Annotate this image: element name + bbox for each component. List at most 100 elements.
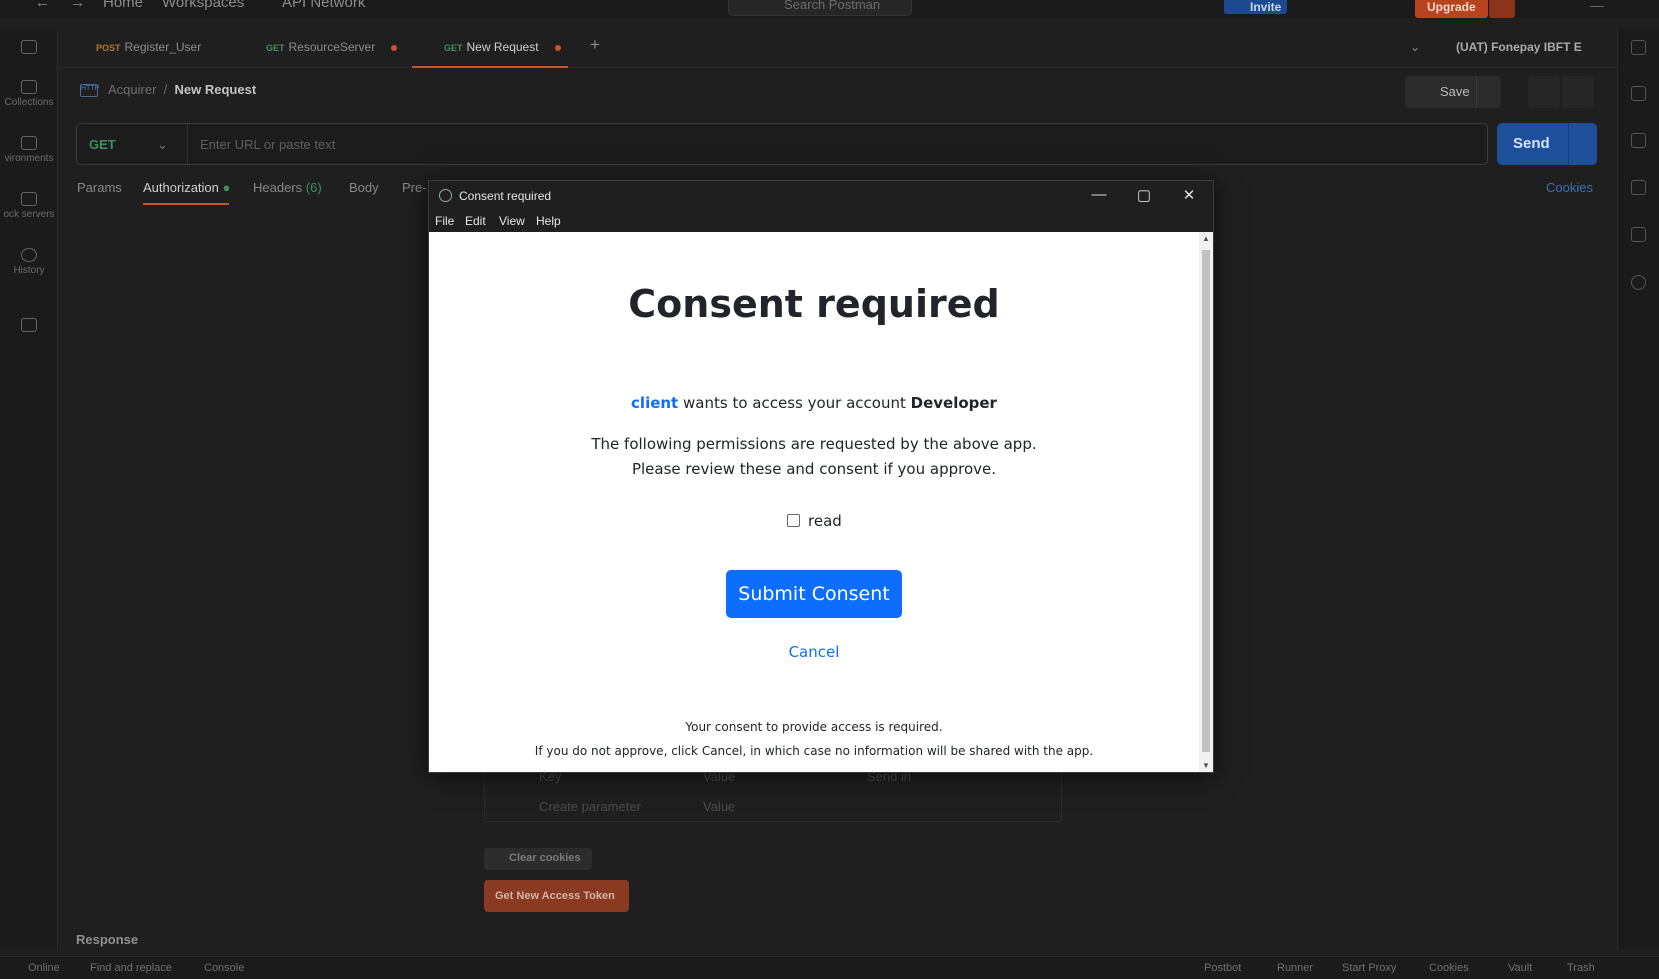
key-input[interactable]: Create parameter bbox=[539, 799, 641, 814]
team-icon[interactable] bbox=[0, 40, 58, 57]
scope-read-checkbox[interactable] bbox=[787, 514, 800, 527]
consent-page: Consent required client wants to access … bbox=[429, 232, 1199, 772]
access-request-line: client wants to access your account Deve… bbox=[631, 394, 997, 412]
breadcrumb-parent[interactable]: Acquirer bbox=[108, 82, 156, 97]
minimize-icon[interactable] bbox=[1590, 6, 1604, 18]
status-bar: Online Find and replace Console Postbot … bbox=[0, 956, 1659, 979]
top-bar: ← → Home Workspaces API Network Search P… bbox=[0, 0, 1659, 18]
value-input[interactable]: Value bbox=[703, 799, 735, 814]
breadcrumb-current[interactable]: New Request bbox=[175, 82, 257, 97]
environments-icon bbox=[21, 136, 37, 150]
close-button[interactable]: ✕ bbox=[1179, 186, 1199, 204]
tab-register-user[interactable]: POST Register_User bbox=[96, 40, 201, 54]
search-placeholder: Search Postman bbox=[784, 0, 881, 12]
search-input[interactable]: Search Postman bbox=[728, 0, 912, 16]
right-sidebar bbox=[1617, 30, 1659, 950]
active-tab-indicator bbox=[412, 66, 568, 68]
scope-label: read bbox=[808, 512, 842, 530]
upgrade-button[interactable]: Upgrade bbox=[1415, 0, 1488, 18]
dialog-scrollbar[interactable]: ▲ ▼ bbox=[1199, 232, 1213, 772]
clear-cookies-button[interactable]: Clear cookies bbox=[484, 848, 592, 870]
postman-app: ← → Home Workspaces API Network Search P… bbox=[0, 0, 1659, 979]
documentation-icon[interactable] bbox=[1631, 86, 1646, 101]
menu-view[interactable]: View bbox=[499, 214, 525, 228]
consent-footer: Your consent to provide access is requir… bbox=[534, 720, 1094, 758]
sidebar-item-collections[interactable]: Collections bbox=[0, 80, 58, 108]
consent-heading: Consent required bbox=[628, 282, 1000, 326]
tab-params[interactable]: Params bbox=[77, 180, 122, 195]
environment-selector[interactable]: (UAT) Fonepay IBFT E bbox=[1456, 40, 1582, 54]
invite-button[interactable]: Invite bbox=[1224, 0, 1287, 14]
collections-icon bbox=[21, 80, 37, 94]
status-online[interactable]: Online bbox=[28, 962, 60, 974]
scroll-down-icon[interactable]: ▼ bbox=[1202, 761, 1210, 770]
authorization-tab-indicator bbox=[143, 203, 229, 205]
minimize-button[interactable]: — bbox=[1089, 186, 1109, 203]
comments-icon[interactable] bbox=[1631, 133, 1646, 148]
workspace-icon[interactable] bbox=[1631, 40, 1646, 55]
related-collections-icon[interactable] bbox=[1631, 227, 1646, 242]
breadcrumb: HTTP Acquirer / New Request bbox=[80, 82, 257, 98]
menu-edit[interactable]: Edit bbox=[465, 214, 486, 228]
consent-dialog-window: Consent required — ▢ ✕ File Edit View He… bbox=[428, 180, 1214, 773]
sidebar-item-history[interactable]: History bbox=[0, 248, 58, 276]
tab-new-request[interactable]: GET New Request bbox=[444, 40, 561, 54]
nav-api-network[interactable]: API Network bbox=[282, 0, 365, 11]
url-divider bbox=[187, 124, 188, 164]
dialog-titlebar: Consent required — ▢ ✕ bbox=[429, 181, 1213, 211]
new-tab-icon[interactable]: + bbox=[590, 35, 600, 55]
nav-home[interactable]: Home bbox=[103, 0, 143, 11]
send-dropdown-button[interactable] bbox=[1568, 123, 1597, 165]
tab-pre-request[interactable]: Pre- bbox=[402, 180, 427, 195]
chevron-down-icon[interactable]: ⌄ bbox=[157, 137, 168, 153]
find-and-replace-button[interactable]: Find and replace bbox=[90, 962, 172, 974]
scope-read-option[interactable]: read bbox=[787, 512, 842, 530]
runner-button[interactable]: Runner bbox=[1277, 962, 1313, 974]
cookies-link[interactable]: Cookies bbox=[1546, 180, 1593, 195]
dialog-menubar: File Edit View Help bbox=[429, 211, 1213, 232]
unsaved-dot bbox=[554, 44, 561, 51]
tabs-dropdown-icon[interactable]: ⌄ bbox=[1410, 40, 1420, 54]
account-name: Developer bbox=[910, 394, 997, 412]
unsaved-dot bbox=[391, 44, 398, 51]
maximize-button[interactable]: ▢ bbox=[1134, 186, 1154, 204]
back-arrow-icon[interactable]: ← bbox=[35, 0, 50, 11]
http-request-icon: HTTP bbox=[80, 84, 99, 98]
start-proxy-button[interactable]: Start Proxy bbox=[1342, 962, 1396, 974]
code-icon[interactable] bbox=[1631, 180, 1646, 195]
menu-file[interactable]: File bbox=[435, 214, 454, 228]
response-panel-title[interactable]: Response bbox=[76, 932, 138, 947]
trash-button[interactable]: Trash bbox=[1567, 962, 1595, 974]
client-name-link[interactable]: client bbox=[631, 394, 678, 412]
scroll-up-icon[interactable]: ▲ bbox=[1202, 234, 1210, 243]
vault-button[interactable]: Vault bbox=[1508, 962, 1532, 974]
submit-consent-button[interactable]: Submit Consent bbox=[726, 570, 902, 618]
sidebar-item-mock-servers[interactable]: ock servers bbox=[0, 192, 58, 220]
forward-arrow-icon[interactable]: → bbox=[70, 0, 85, 11]
comments-icon[interactable] bbox=[1562, 76, 1594, 108]
get-new-access-token-button[interactable]: Get New Access Token bbox=[484, 880, 629, 912]
console-button[interactable]: Console bbox=[204, 962, 244, 974]
method-select[interactable]: GET bbox=[89, 137, 116, 152]
menu-help[interactable]: Help bbox=[536, 214, 561, 228]
tab-headers[interactable]: Headers (6) bbox=[253, 180, 322, 195]
info-icon[interactable] bbox=[1631, 275, 1646, 290]
save-dropdown-button[interactable] bbox=[1476, 76, 1501, 108]
tab-authorization[interactable]: Authorization ● bbox=[143, 180, 230, 195]
tab-resource-server[interactable]: GET ResourceServer bbox=[266, 40, 398, 54]
configure-sidebar-icon[interactable] bbox=[0, 318, 58, 335]
edit-icon[interactable] bbox=[1528, 76, 1560, 108]
permissions-description: The following permissions are requested … bbox=[591, 435, 1037, 478]
postbot-button[interactable]: Postbot bbox=[1204, 962, 1241, 974]
upgrade-dropdown-button[interactable] bbox=[1489, 0, 1515, 18]
active-dot: ● bbox=[222, 180, 231, 195]
nav-workspaces[interactable]: Workspaces bbox=[162, 0, 244, 11]
app-icon bbox=[439, 189, 452, 202]
url-input[interactable]: Enter URL or paste text bbox=[200, 137, 335, 152]
sidebar-item-environments[interactable]: vironments bbox=[0, 136, 58, 164]
cookies-button[interactable]: Cookies bbox=[1429, 962, 1469, 974]
tab-body[interactable]: Body bbox=[349, 180, 379, 195]
cancel-link: Cancel bbox=[788, 643, 840, 661]
left-sidebar: Collections vironments ock servers Histo… bbox=[0, 30, 58, 950]
scrollbar-thumb[interactable] bbox=[1202, 250, 1210, 752]
